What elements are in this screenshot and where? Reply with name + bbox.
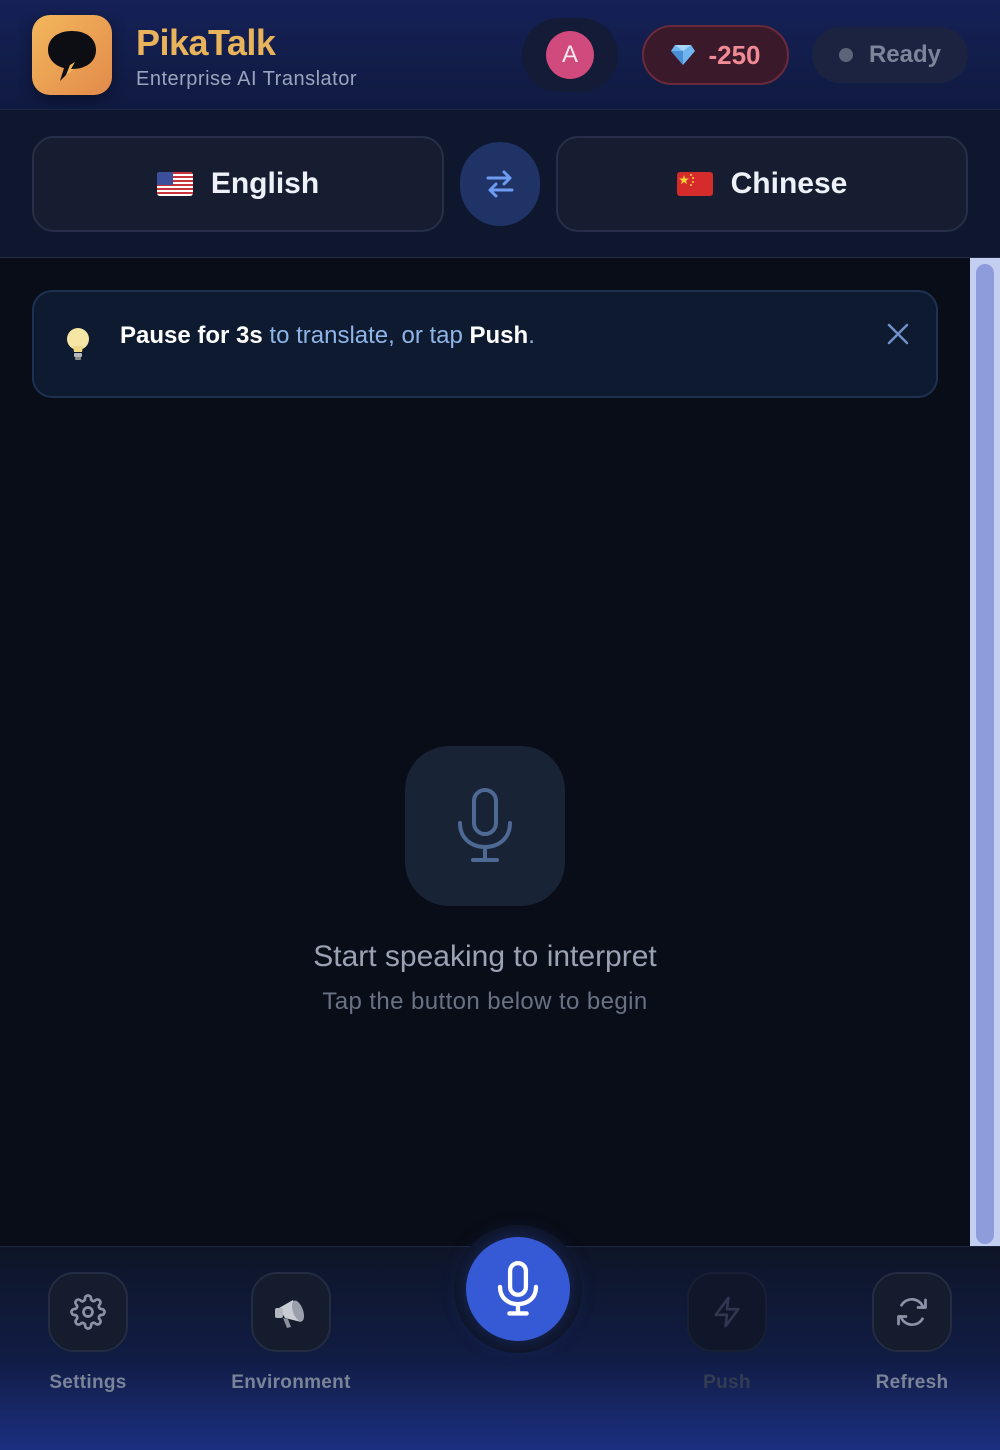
scrollbar[interactable] bbox=[970, 258, 1000, 1246]
tip-text: Pause for 3s to translate, or tap Push. bbox=[120, 322, 535, 350]
microphone-icon bbox=[458, 788, 512, 862]
megaphone-icon bbox=[275, 1300, 305, 1328]
source-language-label: English bbox=[210, 167, 320, 200]
credits-badge[interactable]: -250 bbox=[642, 25, 789, 85]
empty-state-title: Start speaking to interpret bbox=[313, 940, 657, 973]
environment-tool[interactable]: Environment bbox=[221, 1272, 361, 1394]
status-text: Ready bbox=[868, 41, 942, 68]
lightbulb-icon bbox=[67, 328, 89, 360]
scrollbar-thumb[interactable] bbox=[976, 264, 994, 1244]
app-logo bbox=[32, 15, 112, 95]
push-label: Push bbox=[703, 1372, 751, 1393]
environment-button[interactable] bbox=[251, 1272, 331, 1352]
refresh-tool[interactable]: Refresh bbox=[842, 1272, 982, 1394]
record-button-ring[interactable] bbox=[454, 1225, 582, 1353]
tip-banner: Pause for 3s to translate, or tap Push. bbox=[32, 290, 938, 398]
app-title: PikaTalk bbox=[136, 22, 276, 63]
app-root: PikaTalk Enterprise AI Translator A -250… bbox=[0, 0, 1000, 1450]
tip-bold-push: Push bbox=[469, 322, 529, 349]
empty-state-mic bbox=[405, 746, 565, 906]
us-flag-icon bbox=[156, 172, 193, 196]
language-bar: English Chinese bbox=[0, 110, 1000, 258]
target-language-button[interactable]: Chinese bbox=[556, 136, 968, 232]
avatar[interactable]: A bbox=[546, 31, 594, 79]
cn-flag-icon bbox=[676, 172, 713, 196]
app-subtitle: Enterprise AI Translator bbox=[136, 68, 357, 90]
swap-arrows-icon bbox=[486, 170, 514, 198]
settings-label: Settings bbox=[49, 1372, 127, 1393]
chat-bubble-lightning-icon bbox=[48, 31, 96, 81]
header: PikaTalk Enterprise AI Translator A -250… bbox=[0, 0, 1000, 110]
tip-text-middle: to translate, or tap bbox=[262, 322, 470, 349]
swap-languages-button[interactable] bbox=[460, 142, 540, 226]
tip-text-end: . bbox=[528, 322, 535, 349]
environment-label: Environment bbox=[231, 1372, 351, 1393]
target-language-label: Chinese bbox=[730, 167, 848, 200]
diamond-icon bbox=[671, 45, 696, 65]
lightning-icon bbox=[714, 1296, 740, 1328]
microphone-icon bbox=[497, 1260, 539, 1316]
source-language-button[interactable]: English bbox=[32, 136, 444, 232]
tip-bold-pause: Pause for 3s bbox=[120, 322, 263, 349]
transcript-area: Pause for 3s to translate, or tap Push. … bbox=[0, 258, 970, 1246]
credits-value: -250 bbox=[708, 39, 761, 70]
push-tool[interactable]: Push bbox=[657, 1272, 797, 1394]
settings-tool[interactable]: Settings bbox=[18, 1272, 158, 1394]
user-menu[interactable]: A bbox=[522, 18, 618, 92]
status-dot bbox=[838, 48, 853, 62]
status-badge: Ready bbox=[812, 27, 968, 83]
push-button[interactable] bbox=[687, 1272, 767, 1352]
settings-button[interactable] bbox=[48, 1272, 128, 1352]
refresh-label: Refresh bbox=[875, 1372, 949, 1393]
refresh-icon bbox=[897, 1298, 927, 1326]
bottom-toolbar: Settings Environment Push Refresh bbox=[0, 1225, 1000, 1450]
gear-icon bbox=[70, 1294, 106, 1330]
close-icon[interactable] bbox=[884, 320, 912, 348]
refresh-button[interactable] bbox=[872, 1272, 952, 1352]
record-button[interactable] bbox=[466, 1237, 570, 1341]
empty-state-subtitle: Tap the button below to begin bbox=[322, 988, 648, 1015]
